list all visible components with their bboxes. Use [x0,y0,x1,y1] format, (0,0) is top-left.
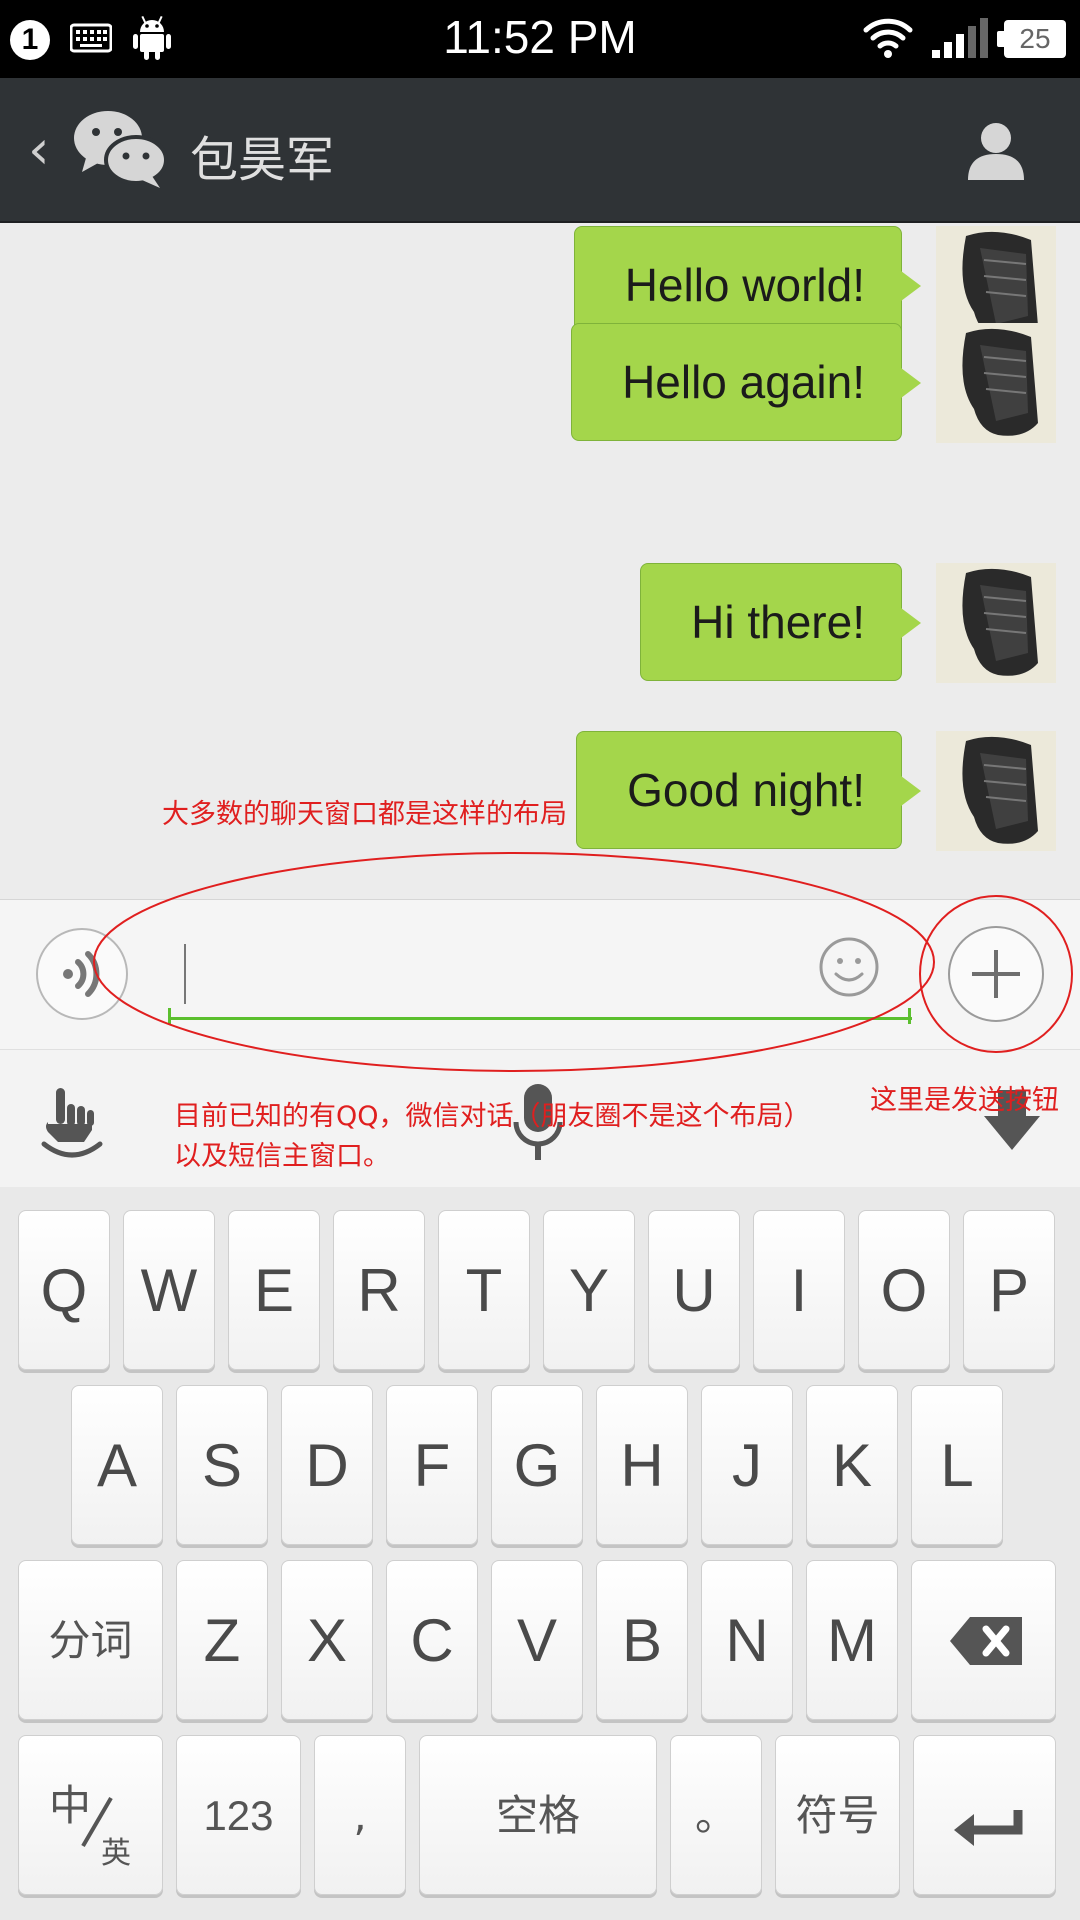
key-comma[interactable]: , [314,1735,406,1895]
key-u[interactable]: U [648,1210,740,1370]
message-bubble[interactable]: Hi there! [640,563,921,681]
clock: 11:52 PM [443,11,637,63]
message-text: Good night! [627,764,865,816]
backspace-icon [950,1617,1022,1665]
annotation-layout-note: 大多数的聊天窗口都是这样的布局 [162,799,567,830]
key-q[interactable]: Q [18,1210,110,1370]
avatar-keyboard-photo [936,323,1056,443]
chat-header: ‹ 包昊军 [0,78,1080,222]
message-text: Hi there! [691,596,865,648]
annotation-send-note: 这里是发送按钮 [870,1085,1059,1116]
input-underline-edge [168,1008,171,1024]
message-bubble[interactable]: Good night! [576,731,921,849]
input-underline-edge [908,1008,911,1024]
key-language-switch[interactable]: 中 英 [18,1735,163,1895]
lang-sub-label: 英 [101,1836,131,1871]
gesture-icon[interactable] [36,1082,108,1162]
emoji-icon[interactable] [818,936,880,998]
avatar[interactable] [936,323,1056,443]
avatar[interactable] [936,563,1056,683]
message-text: Hello world! [624,259,865,311]
plus-icon [972,950,1020,998]
profile-icon[interactable] [964,118,1028,182]
key-t[interactable]: T [438,1210,530,1370]
key-w[interactable]: W [123,1210,215,1370]
voice-mode-button[interactable] [36,928,128,1020]
enter-icon [954,1810,1023,1846]
key-h[interactable]: H [596,1385,688,1545]
key-p[interactable]: P [963,1210,1055,1370]
key-f[interactable]: F [386,1385,478,1545]
message-bubble[interactable]: Hello again! [571,323,921,441]
key-e[interactable]: E [228,1210,320,1370]
page-title: 包昊军 [190,132,335,188]
key-space[interactable]: 空格 [419,1735,657,1895]
key-a[interactable]: A [71,1385,163,1545]
key-j[interactable]: J [701,1385,793,1545]
back-icon[interactable]: ‹ [28,118,50,181]
key-s[interactable]: S [176,1385,268,1545]
key-enter[interactable] [913,1735,1056,1895]
avatar-keyboard-photo [936,731,1056,851]
message-input[interactable] [170,928,912,1020]
soft-keyboard: Q W E R T Y U I O P A S D F G H J K L 分词… [0,1187,1080,1920]
key-m[interactable]: M [806,1560,898,1720]
key-r[interactable]: R [333,1210,425,1370]
key-n[interactable]: N [701,1560,793,1720]
avatar-keyboard-photo [936,563,1056,683]
key-l[interactable]: L [911,1385,1003,1545]
key-g[interactable]: G [491,1385,583,1545]
key-c[interactable]: C [386,1560,478,1720]
key-x[interactable]: X [281,1560,373,1720]
status-bar: 1 11:52 PM 25 [0,0,1080,78]
signal-icon [932,18,988,58]
battery-icon: 25 [997,20,1066,58]
slash-icon [81,1796,113,1848]
annotation-known-line2: 以及短信主窗口。 [174,1141,390,1172]
wechat-icon[interactable] [72,108,168,188]
message-input-bar [0,899,1080,1050]
key-i[interactable]: I [753,1210,845,1370]
key-z[interactable]: Z [176,1560,268,1720]
wifi-icon [863,18,913,58]
message-text: Hello again! [622,356,865,408]
key-period[interactable]: 。 [670,1735,762,1895]
key-numbers[interactable]: 123 [176,1735,301,1895]
voice-icon [63,951,100,997]
key-v[interactable]: V [491,1560,583,1720]
annotation-known-line1: 目前已知的有QQ，微信对话（朋友圈不是这个布局） [174,1101,811,1132]
key-k[interactable]: K [806,1385,898,1545]
key-d[interactable]: D [281,1385,373,1545]
plus-button[interactable] [948,926,1044,1022]
key-segment[interactable]: 分词 [18,1560,163,1720]
key-o[interactable]: O [858,1210,950,1370]
key-backspace[interactable] [911,1560,1056,1720]
key-b[interactable]: B [596,1560,688,1720]
text-caret [184,944,186,1004]
avatar[interactable] [936,731,1056,851]
key-symbols[interactable]: 符号 [775,1735,900,1895]
key-y[interactable]: Y [543,1210,635,1370]
